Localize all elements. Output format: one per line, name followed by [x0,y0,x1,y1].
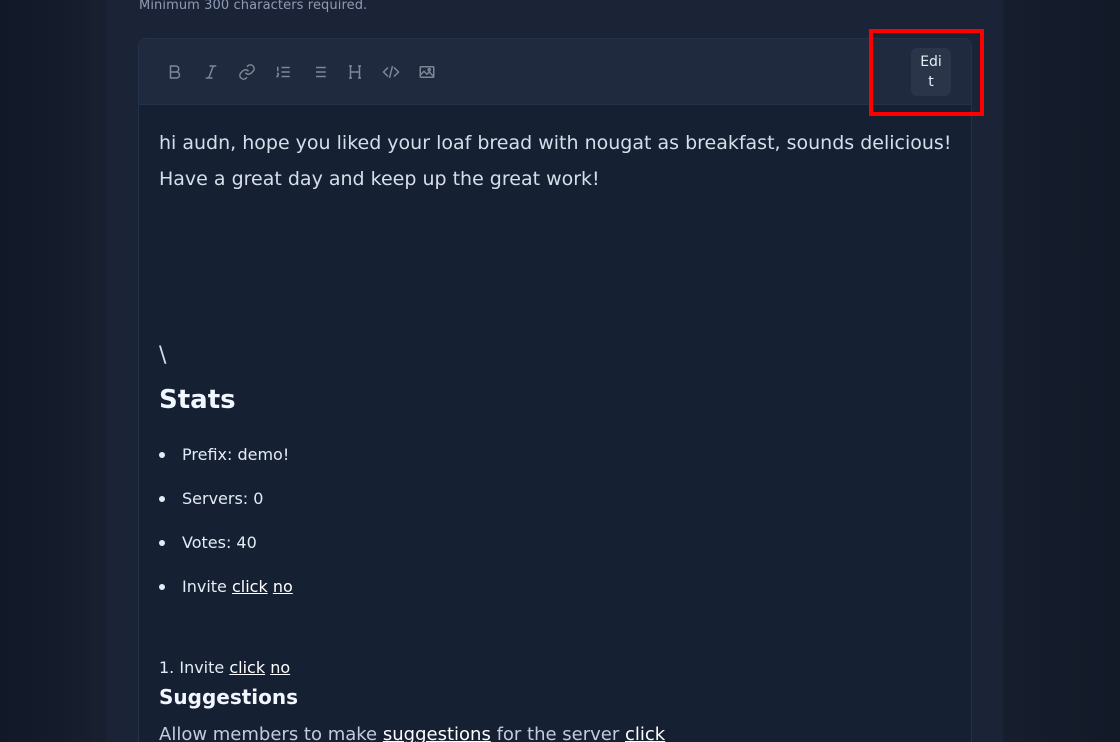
italic-icon[interactable] [199,61,223,83]
min-characters-hint: Minimum 300 characters required. [139,0,368,13]
backslash-text: \ [159,343,167,368]
stat-item-prefix: Prefix: demo! [159,445,289,464]
heading-icon[interactable] [343,61,367,83]
suggestions-click-link[interactable]: click [625,724,665,742]
invite-no-link[interactable]: no [273,577,293,596]
code-icon[interactable] [379,61,403,83]
stat-item-invite: Invite click no [159,577,293,596]
editor-content[interactable]: hi audn, hope you liked your loaf bread … [159,125,952,742]
editor-toolbar: Edi t [139,39,971,105]
edit-button-highlight-box [869,29,984,116]
suggestions-text: Allow members to make suggestions for th… [159,724,665,742]
link-icon[interactable] [235,61,259,83]
stats-heading: Stats [159,385,236,415]
markdown-editor[interactable]: Edi t hi audn, hope you liked your loaf … [138,38,972,742]
bold-icon[interactable] [163,61,187,83]
bullet-dot [159,540,165,546]
invite-click-link[interactable]: click [232,577,268,596]
ordered-list-icon[interactable] [271,61,295,83]
bullet-dot [159,584,165,590]
bullet-dot [159,496,165,502]
stat-item-votes: Votes: 40 [159,533,257,552]
unordered-list-icon[interactable] [307,61,331,83]
message-line-2: Have a great day and keep up the great w… [159,168,600,190]
suggestions-heading: Suggestions [159,685,299,709]
stat-item-servers: Servers: 0 [159,489,263,508]
ordered-invite-click-link[interactable]: click [229,658,265,677]
bullet-dot [159,452,165,458]
page: Minimum 300 characters required. Edi t h… [0,0,1120,742]
ordered-list-invite: 1. Invite click no [159,658,291,677]
ordered-invite-no-link[interactable]: no [270,658,290,677]
message-line-1: hi audn, hope you liked your loaf bread … [159,132,952,154]
image-icon[interactable] [415,61,439,83]
suggestions-link[interactable]: suggestions [383,724,491,742]
